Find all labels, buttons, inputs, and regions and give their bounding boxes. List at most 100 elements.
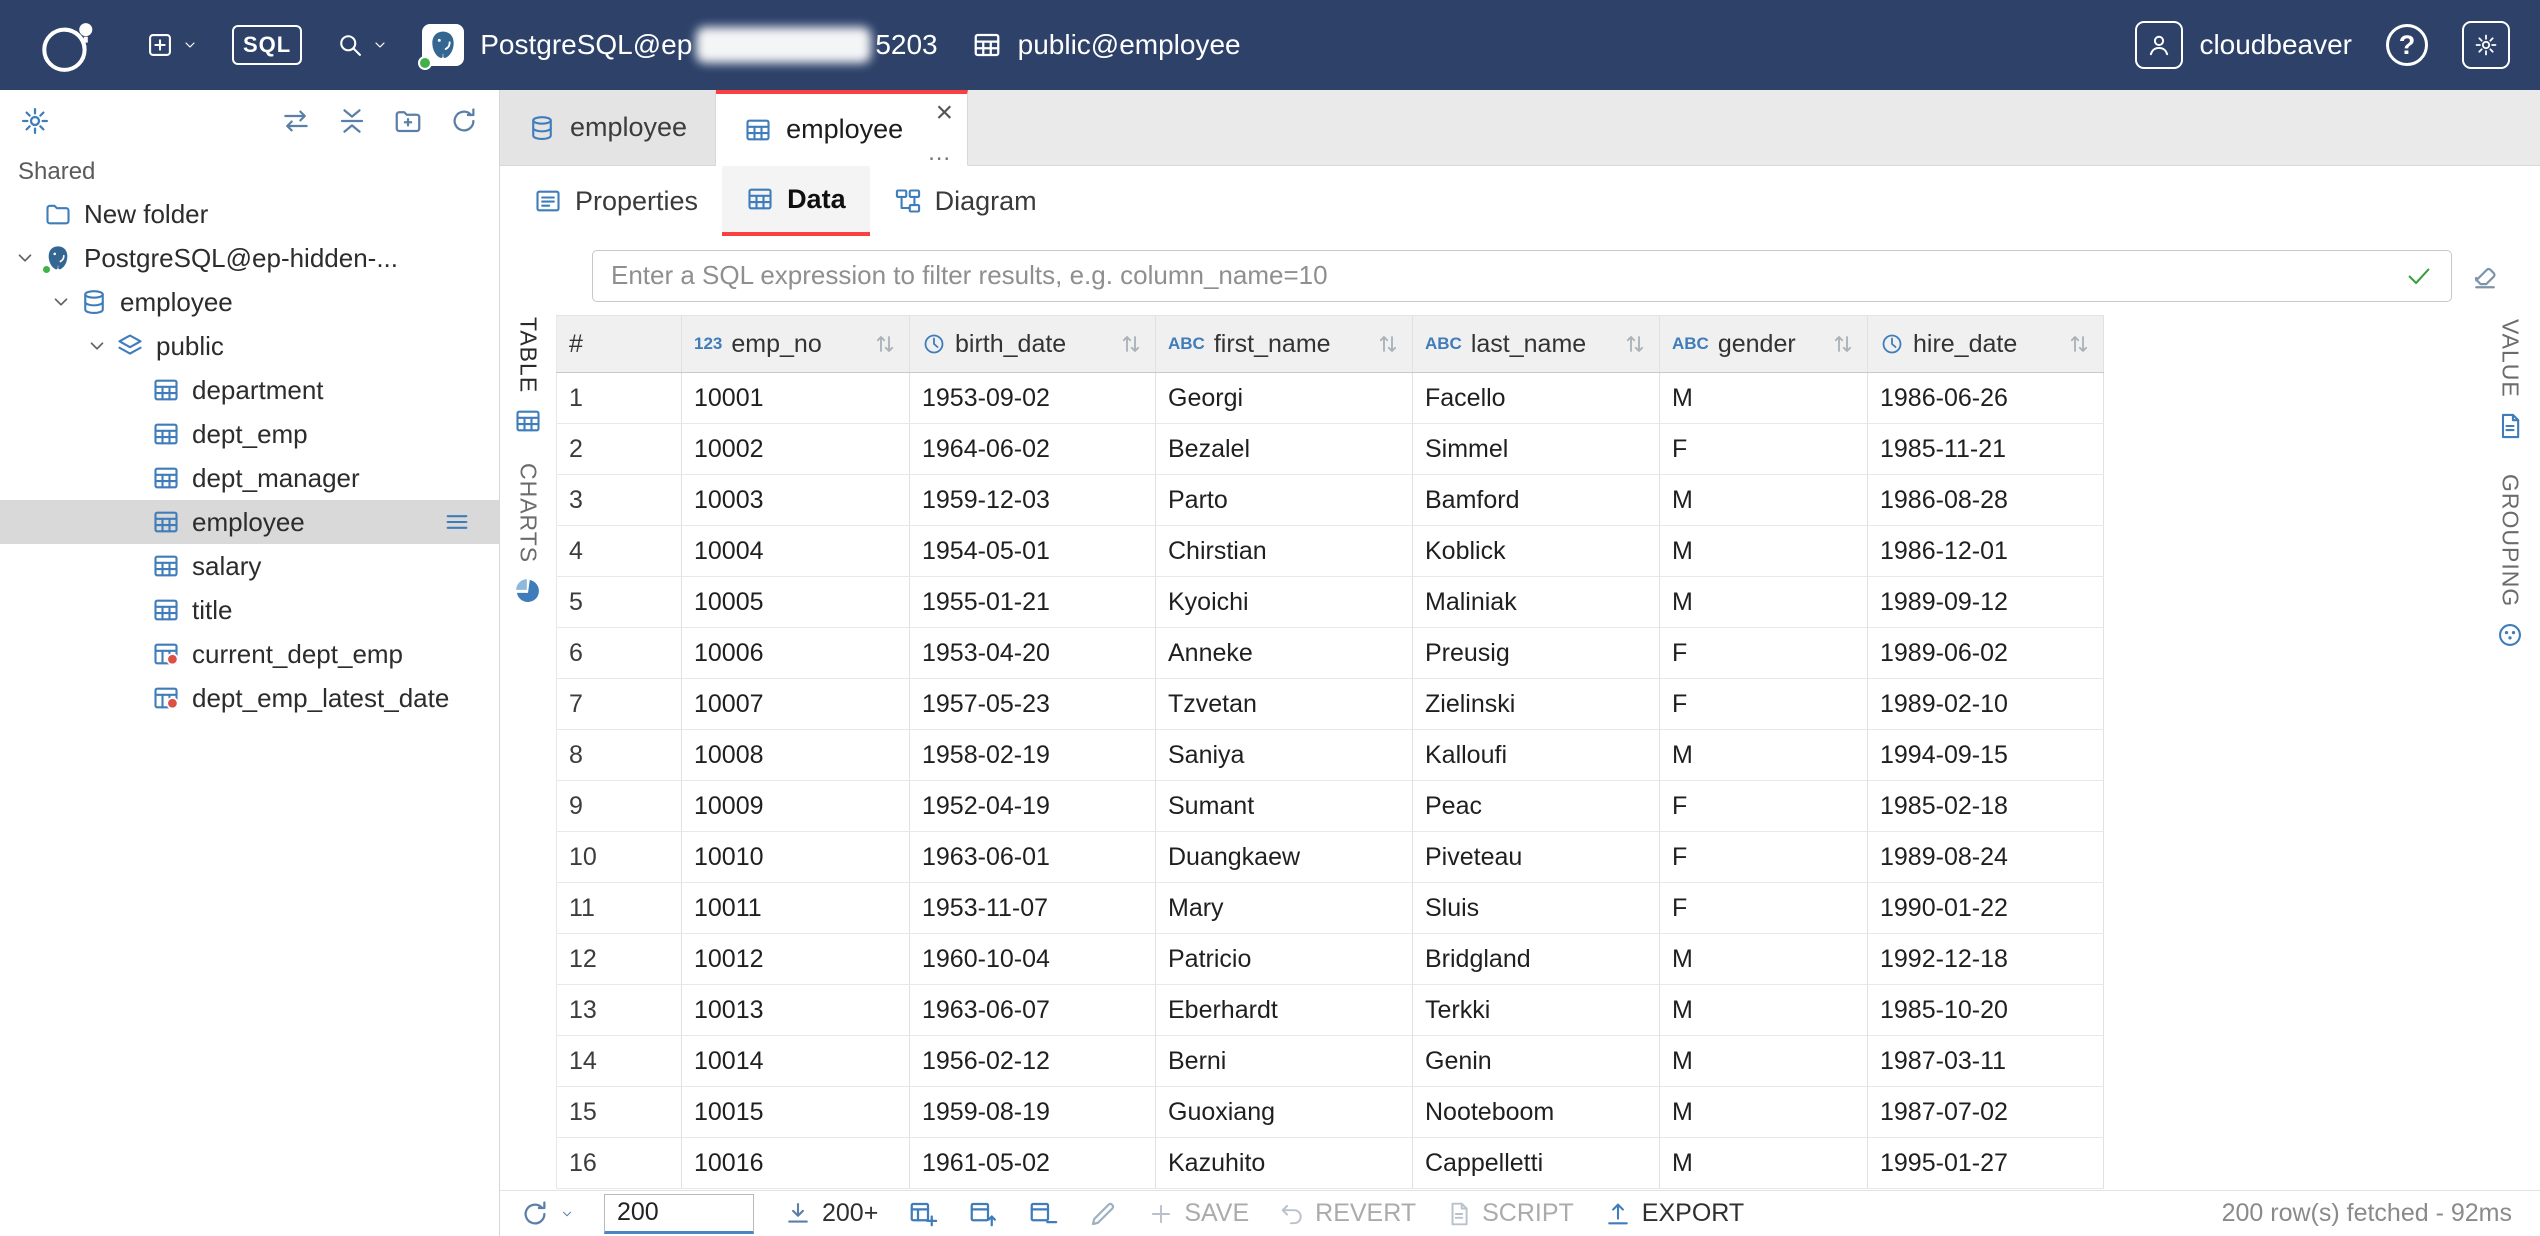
- cell-hire_date[interactable]: 1989-02-10: [1868, 679, 2104, 729]
- cell-emp_no[interactable]: 10005: [682, 577, 910, 627]
- column-header-first_name[interactable]: ABCfirst_name: [1156, 316, 1413, 372]
- cell-last_name[interactable]: Preusig: [1413, 628, 1660, 678]
- cell-last_name[interactable]: Sluis: [1413, 883, 1660, 933]
- cell-hire_date[interactable]: 1985-10-20: [1868, 985, 2104, 1035]
- tree-item-public[interactable]: public: [0, 324, 499, 368]
- row-number-cell[interactable]: 4: [556, 526, 682, 576]
- row-number-cell[interactable]: 16: [556, 1138, 682, 1188]
- cell-hire_date[interactable]: 1995-01-27: [1868, 1138, 2104, 1188]
- duplicate-row-button[interactable]: [968, 1199, 998, 1229]
- tab-properties[interactable]: Properties: [510, 166, 722, 236]
- cell-birth_date[interactable]: 1964-06-02: [910, 424, 1156, 474]
- cell-emp_no[interactable]: 10008: [682, 730, 910, 780]
- cell-birth_date[interactable]: 1953-09-02: [910, 373, 1156, 423]
- cell-first_name[interactable]: Mary: [1156, 883, 1413, 933]
- cell-first_name[interactable]: Georgi: [1156, 373, 1413, 423]
- cell-gender[interactable]: M: [1660, 475, 1868, 525]
- cell-hire_date[interactable]: 1986-08-28: [1868, 475, 2104, 525]
- user-menu[interactable]: cloudbeaver: [2135, 21, 2352, 69]
- column-header-gender[interactable]: ABCgender: [1660, 316, 1868, 372]
- sql-editor-button[interactable]: SQL: [232, 25, 302, 65]
- tree-item-dept-manager[interactable]: dept_manager: [0, 456, 499, 500]
- cell-first_name[interactable]: Sumant: [1156, 781, 1413, 831]
- cell-first_name[interactable]: Parto: [1156, 475, 1413, 525]
- cell-last_name[interactable]: Genin: [1413, 1036, 1660, 1086]
- cell-first_name[interactable]: Guoxiang: [1156, 1087, 1413, 1137]
- cell-emp_no[interactable]: 10006: [682, 628, 910, 678]
- refresh-button[interactable]: [520, 1199, 574, 1229]
- cell-birth_date[interactable]: 1953-04-20: [910, 628, 1156, 678]
- cell-gender[interactable]: M: [1660, 1138, 1868, 1188]
- refresh-tree-icon[interactable]: [449, 106, 479, 136]
- cell-gender[interactable]: M: [1660, 985, 1868, 1035]
- cell-hire_date[interactable]: 1987-07-02: [1868, 1087, 2104, 1137]
- row-number-cell[interactable]: 15: [556, 1087, 682, 1137]
- new-object-button[interactable]: [146, 31, 198, 59]
- tree-item-salary[interactable]: salary: [0, 544, 499, 588]
- link-with-editor-icon[interactable]: [281, 106, 311, 136]
- cell-emp_no[interactable]: 10014: [682, 1036, 910, 1086]
- cell-last_name[interactable]: Bridgland: [1413, 934, 1660, 984]
- delete-row-button[interactable]: [1028, 1199, 1058, 1229]
- tab-employee-database[interactable]: employee: [500, 90, 716, 165]
- settings-button[interactable]: [2462, 21, 2510, 69]
- script-button[interactable]: SCRIPT: [1446, 1199, 1574, 1228]
- cell-gender[interactable]: F: [1660, 883, 1868, 933]
- clear-filter-icon[interactable]: [2470, 261, 2500, 291]
- row-number-cell[interactable]: 2: [556, 424, 682, 474]
- cell-gender[interactable]: M: [1660, 934, 1868, 984]
- row-number-cell[interactable]: 6: [556, 628, 682, 678]
- cell-birth_date[interactable]: 1963-06-01: [910, 832, 1156, 882]
- cell-birth_date[interactable]: 1959-08-19: [910, 1087, 1156, 1137]
- cell-birth_date[interactable]: 1958-02-19: [910, 730, 1156, 780]
- cell-last_name[interactable]: Nooteboom: [1413, 1087, 1660, 1137]
- cell-gender[interactable]: F: [1660, 832, 1868, 882]
- revert-button[interactable]: REVERT: [1279, 1199, 1416, 1228]
- cell-last_name[interactable]: Piveteau: [1413, 832, 1660, 882]
- row-number-cell[interactable]: 14: [556, 1036, 682, 1086]
- cell-gender[interactable]: M: [1660, 526, 1868, 576]
- tree-item-postgresql-ep-hidden[interactable]: PostgreSQL@ep-hidden-...: [0, 236, 499, 280]
- cell-emp_no[interactable]: 10012: [682, 934, 910, 984]
- row-number-cell[interactable]: 8: [556, 730, 682, 780]
- cell-birth_date[interactable]: 1960-10-04: [910, 934, 1156, 984]
- schema-selector[interactable]: public@employee: [972, 29, 1241, 61]
- tab-options-icon[interactable]: …: [927, 141, 951, 165]
- column-header-last_name[interactable]: ABClast_name: [1413, 316, 1660, 372]
- tab-grouping-panel[interactable]: GROUPING: [2496, 474, 2524, 649]
- cell-first_name[interactable]: Kyoichi: [1156, 577, 1413, 627]
- cell-gender[interactable]: M: [1660, 730, 1868, 780]
- tab-diagram[interactable]: Diagram: [870, 166, 1061, 236]
- cell-birth_date[interactable]: 1954-05-01: [910, 526, 1156, 576]
- tree-item-current-dept-emp[interactable]: current_dept_emp: [0, 632, 499, 676]
- cell-last_name[interactable]: Bamford: [1413, 475, 1660, 525]
- cell-hire_date[interactable]: 1985-11-21: [1868, 424, 2104, 474]
- cell-birth_date[interactable]: 1952-04-19: [910, 781, 1156, 831]
- cell-last_name[interactable]: Maliniak: [1413, 577, 1660, 627]
- filter-input[interactable]: Enter a SQL expression to filter results…: [592, 250, 2452, 302]
- tab-table-presentation[interactable]: TABLE: [514, 317, 542, 435]
- cell-last_name[interactable]: Cappelletti: [1413, 1138, 1660, 1188]
- cell-gender[interactable]: F: [1660, 424, 1868, 474]
- cell-emp_no[interactable]: 10003: [682, 475, 910, 525]
- cell-gender[interactable]: F: [1660, 781, 1868, 831]
- cell-birth_date[interactable]: 1959-12-03: [910, 475, 1156, 525]
- tree-item-department[interactable]: department: [0, 368, 499, 412]
- cell-gender[interactable]: M: [1660, 373, 1868, 423]
- cell-hire_date[interactable]: 1990-01-22: [1868, 883, 2104, 933]
- cell-gender[interactable]: F: [1660, 628, 1868, 678]
- row-number-cell[interactable]: 12: [556, 934, 682, 984]
- cell-gender[interactable]: M: [1660, 577, 1868, 627]
- export-button[interactable]: EXPORT: [1604, 1199, 1744, 1228]
- cell-emp_no[interactable]: 10013: [682, 985, 910, 1035]
- apply-filter-icon[interactable]: [2405, 262, 2433, 290]
- row-number-cell[interactable]: 13: [556, 985, 682, 1035]
- cell-hire_date[interactable]: 1989-09-12: [1868, 577, 2104, 627]
- cell-first_name[interactable]: Saniya: [1156, 730, 1413, 780]
- cell-first_name[interactable]: Berni: [1156, 1036, 1413, 1086]
- cell-birth_date[interactable]: 1963-06-07: [910, 985, 1156, 1035]
- help-button[interactable]: ?: [2386, 24, 2428, 66]
- cell-first_name[interactable]: Tzvetan: [1156, 679, 1413, 729]
- cell-first_name[interactable]: Eberhardt: [1156, 985, 1413, 1035]
- save-button[interactable]: SAVE: [1148, 1199, 1249, 1228]
